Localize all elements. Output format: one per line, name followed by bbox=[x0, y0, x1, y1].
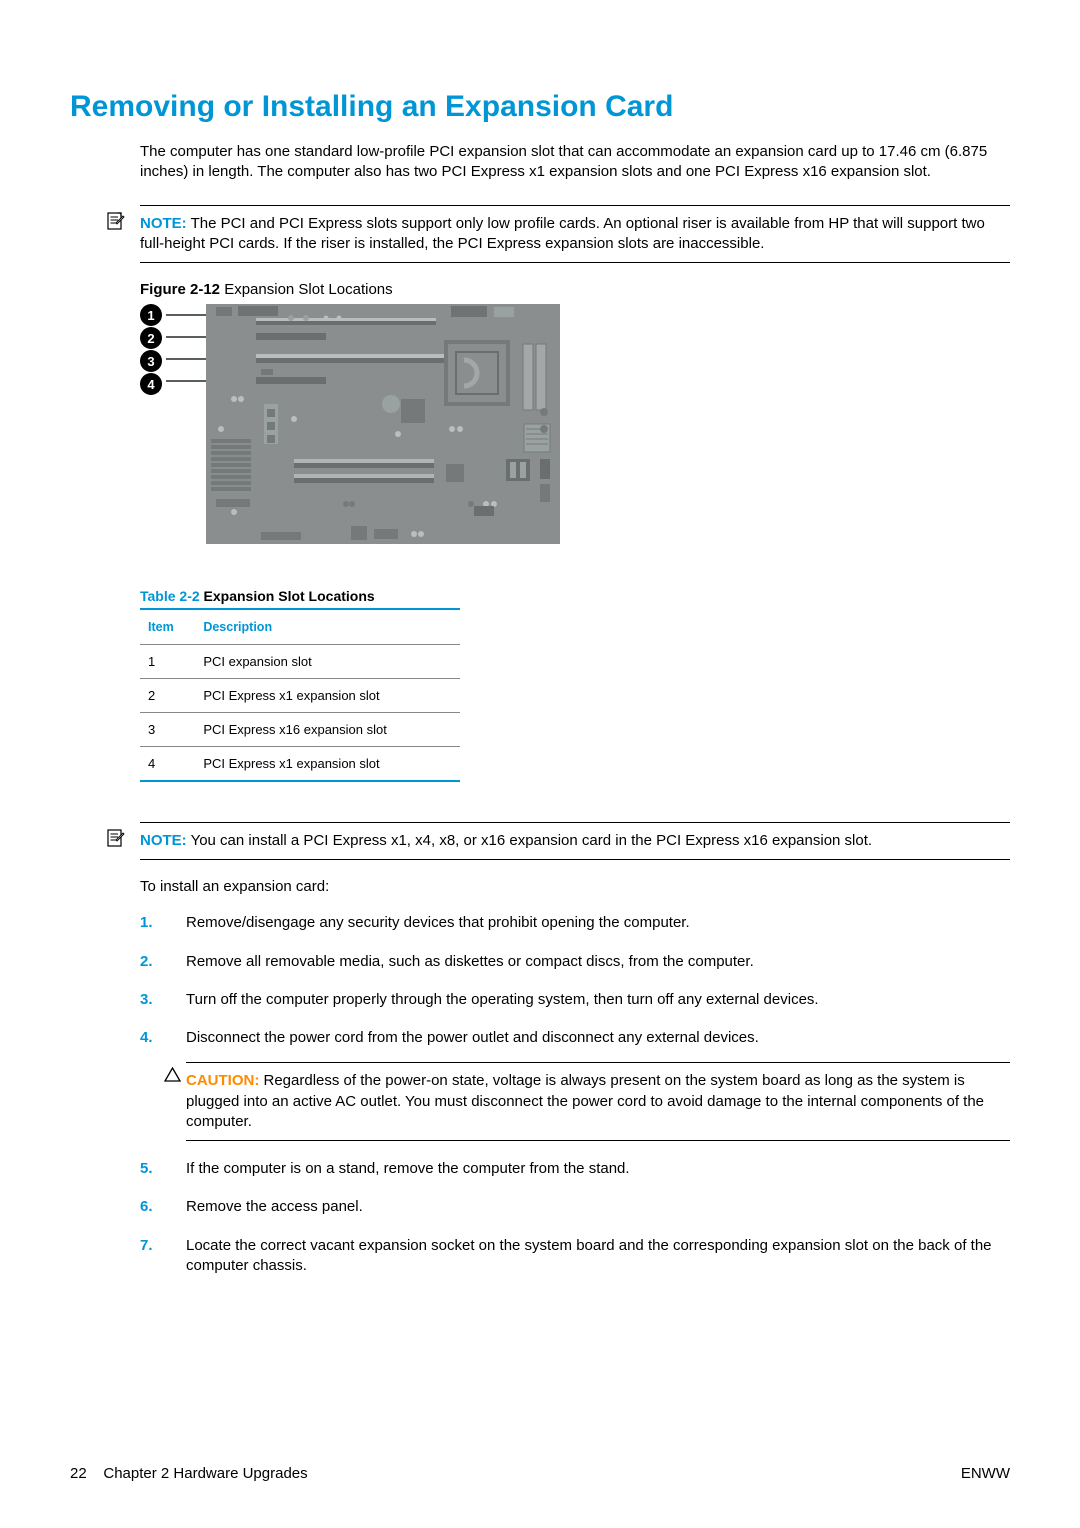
footer-right: ENWW bbox=[961, 1465, 1010, 1482]
page-number: 22 bbox=[70, 1465, 87, 1482]
callout-2: 2 bbox=[140, 327, 162, 349]
th-item: Item bbox=[140, 609, 195, 645]
figure-title: Expansion Slot Locations bbox=[224, 281, 392, 298]
table-row: 4PCI Express x1 expansion slot bbox=[140, 747, 460, 782]
note-icon bbox=[107, 212, 125, 237]
list-item: Locate the correct vacant expansion sock… bbox=[140, 1236, 1010, 1277]
expansion-slot-table: Item Description 1PCI expansion slot 2PC… bbox=[140, 608, 460, 782]
caution-block: CAUTION: Regardless of the power-on stat… bbox=[186, 1062, 1010, 1141]
note-block-2: NOTE: You can install a PCI Express x1, … bbox=[140, 822, 1010, 860]
callout-1: 1 bbox=[140, 304, 162, 326]
table-caption: Table 2-2 Expansion Slot Locations bbox=[140, 588, 1010, 604]
caution-icon bbox=[164, 1067, 181, 1088]
th-description: Description bbox=[195, 609, 460, 645]
list-item: If the computer is on a stand, remove th… bbox=[140, 1159, 1010, 1179]
note-icon bbox=[107, 829, 125, 854]
intro-paragraph: The computer has one standard low-profil… bbox=[140, 142, 1010, 183]
figure-callouts: 1 2 3 4 bbox=[140, 304, 162, 396]
table-label: Table 2-2 bbox=[140, 588, 200, 604]
page-title: Removing or Installing an Expansion Card bbox=[70, 90, 1010, 124]
caution-label: CAUTION: bbox=[186, 1072, 259, 1089]
page-footer: 22 Chapter 2 Hardware Upgrades ENWW bbox=[70, 1465, 1010, 1482]
chapter-label: Chapter 2 Hardware Upgrades bbox=[103, 1465, 307, 1482]
table-row: 1PCI expansion slot bbox=[140, 645, 460, 679]
figure-label: Figure 2-12 bbox=[140, 281, 220, 298]
motherboard-figure: 1 2 3 4 bbox=[140, 304, 560, 544]
callout-4: 4 bbox=[140, 373, 162, 395]
list-item: Turn off the computer properly through t… bbox=[140, 990, 1010, 1010]
install-steps: Remove/disengage any security devices th… bbox=[140, 913, 1010, 1276]
list-item: Remove/disengage any security devices th… bbox=[140, 913, 1010, 933]
install-lead: To install an expansion card: bbox=[140, 878, 1010, 895]
note-block-1: NOTE: The PCI and PCI Express slots supp… bbox=[140, 205, 1010, 264]
table-row: 2PCI Express x1 expansion slot bbox=[140, 679, 460, 713]
table-row: 3PCI Express x16 expansion slot bbox=[140, 713, 460, 747]
motherboard-svg bbox=[166, 304, 560, 544]
figure-caption: Figure 2-12 Expansion Slot Locations bbox=[140, 281, 1010, 298]
callout-3: 3 bbox=[140, 350, 162, 372]
caution-text: Regardless of the power-on state, voltag… bbox=[186, 1072, 984, 1130]
list-item: Remove the access panel. bbox=[140, 1197, 1010, 1217]
note-label: NOTE: bbox=[140, 215, 187, 232]
note-text: You can install a PCI Express x1, x4, x8… bbox=[191, 832, 872, 849]
table-title: Expansion Slot Locations bbox=[204, 588, 375, 604]
step-text: Disconnect the power cord from the power… bbox=[186, 1029, 759, 1046]
list-item: Disconnect the power cord from the power… bbox=[140, 1028, 1010, 1141]
note-label: NOTE: bbox=[140, 832, 187, 849]
note-text: The PCI and PCI Express slots support on… bbox=[140, 215, 985, 252]
list-item: Remove all removable media, such as disk… bbox=[140, 952, 1010, 972]
